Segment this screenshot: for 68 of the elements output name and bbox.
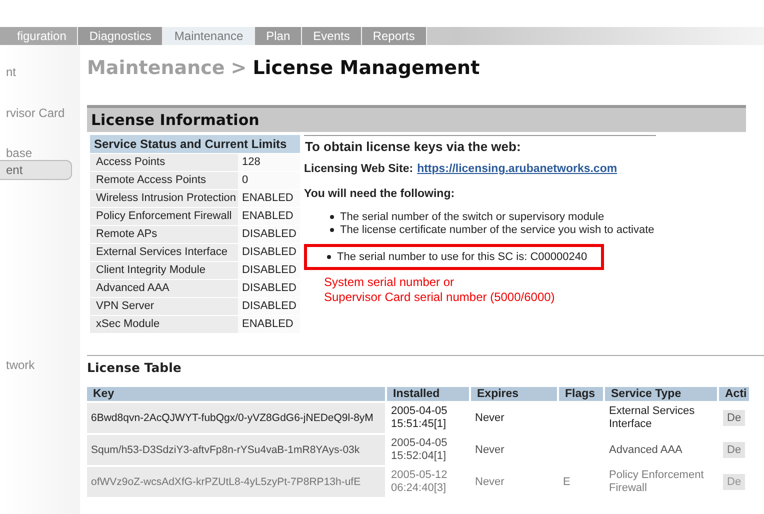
expires-cell-text: Never (474, 474, 506, 490)
delete-button[interactable]: De (723, 410, 746, 426)
site-label: Licensing Web Site: (304, 163, 414, 175)
expires-cell-text: Never (474, 410, 506, 426)
service-name: Remote Access Points (90, 172, 238, 188)
service-value: 0 (238, 172, 300, 188)
delete-button[interactable]: De (723, 442, 746, 458)
column-header: Installed (387, 387, 469, 401)
column-header: Key (87, 387, 385, 401)
service-value: DISABLED (238, 262, 300, 278)
service-name: Remote APs (90, 226, 238, 242)
nav-tab[interactable]: Events (302, 27, 362, 45)
nav-tab[interactable]: figuration (0, 27, 78, 45)
license-key: 6Bwd8qvn-2AcQJWYT-fubQgx/0-yVZ8GdG6-jNEDeQ9l-8yM (87, 403, 385, 433)
needs-item: The serial number of the switch or supervisory module (330, 211, 656, 224)
breadcrumb-separator: > (230, 57, 247, 79)
section-header: License Information (87, 105, 746, 132)
site-link[interactable]: https://licensing.arubanetworks.com (417, 163, 618, 175)
column-header: Expires (471, 387, 557, 401)
service-name: Wireless Intrusion Protection (90, 190, 238, 206)
service-value: DISABLED (238, 298, 300, 314)
serial-highlight: The serial number to use for this SC is: C00000240 (304, 244, 604, 270)
installed-date: 2005-05-12 06:24:40[3] (390, 468, 448, 496)
expires-cell-text: Never (474, 442, 506, 458)
installed-date: 2005-04-05 15:52:04[1] (390, 436, 448, 464)
service-name: Advanced AAA (90, 280, 238, 296)
flags-cell-text: E (562, 474, 572, 490)
page-title: License Management (252, 57, 480, 79)
sidebar-item[interactable]: rvisor Card (0, 106, 71, 120)
service-value: 128 (238, 154, 300, 170)
annotation-text: Supervisor Card serial number (5000/6000) (324, 290, 556, 305)
nav-tab[interactable]: Reports (362, 27, 427, 45)
service-type: External Services Interface (608, 404, 696, 432)
sidebar-item[interactable]: ent (0, 160, 72, 180)
nav-tab[interactable]: Diagnostics (78, 27, 164, 45)
nav-tab[interactable]: Maintenance (163, 27, 256, 45)
service-value: DISABLED (238, 244, 300, 260)
service-value: DISABLED (238, 280, 300, 296)
service-name: Access Points (90, 154, 238, 170)
nav-tab[interactable]: Plan (255, 27, 302, 45)
license-key: ofWVz9oZ-wcsAdXfG-krPZUtL8-4yL5zyPt-7P8RP13h-ufE (87, 467, 385, 497)
table-title: License Table (87, 355, 764, 375)
service-name: xSec Module (90, 316, 238, 332)
column-header: Acti (719, 387, 749, 401)
service-name: External Services Interface (90, 244, 238, 260)
needs-heading: You will need the following: (304, 188, 456, 200)
service-name: Client Integrity Module (90, 262, 238, 278)
column-header: Flags (559, 387, 603, 401)
service-value: ENABLED (238, 190, 300, 206)
web-heading: To obtain license keys via the web: (304, 138, 522, 154)
service-name: VPN Server (90, 298, 238, 314)
sidebar-item[interactable]: base (0, 146, 38, 160)
service-type: Advanced AAA (608, 442, 684, 458)
column-header: Service Type (605, 387, 717, 401)
delete-button[interactable]: De (723, 474, 746, 490)
service-value: ENABLED (238, 316, 300, 332)
limits-title: Service Status and Current Limits (90, 135, 300, 153)
annotation-text: System serial number or (324, 275, 456, 290)
sidebar-item[interactable]: nt (0, 65, 22, 79)
installed-date: 2005-04-05 15:51:45[1] (390, 404, 448, 432)
service-value: ENABLED (238, 208, 300, 224)
license-key: Squm/h53-D3SdziY3-aftvFp8n-rYSu4vaB-1mR8YAys-03k (87, 435, 385, 465)
sidebar-item[interactable]: twork (0, 358, 41, 372)
needs-item: The license certificate number of the service you wish to activate (330, 224, 656, 237)
service-value: DISABLED (238, 226, 300, 242)
service-type: Policy Enforcement Firewall (608, 468, 705, 496)
breadcrumb-parent[interactable]: Maintenance (87, 57, 225, 79)
service-name: Policy Enforcement Firewall (90, 208, 238, 224)
